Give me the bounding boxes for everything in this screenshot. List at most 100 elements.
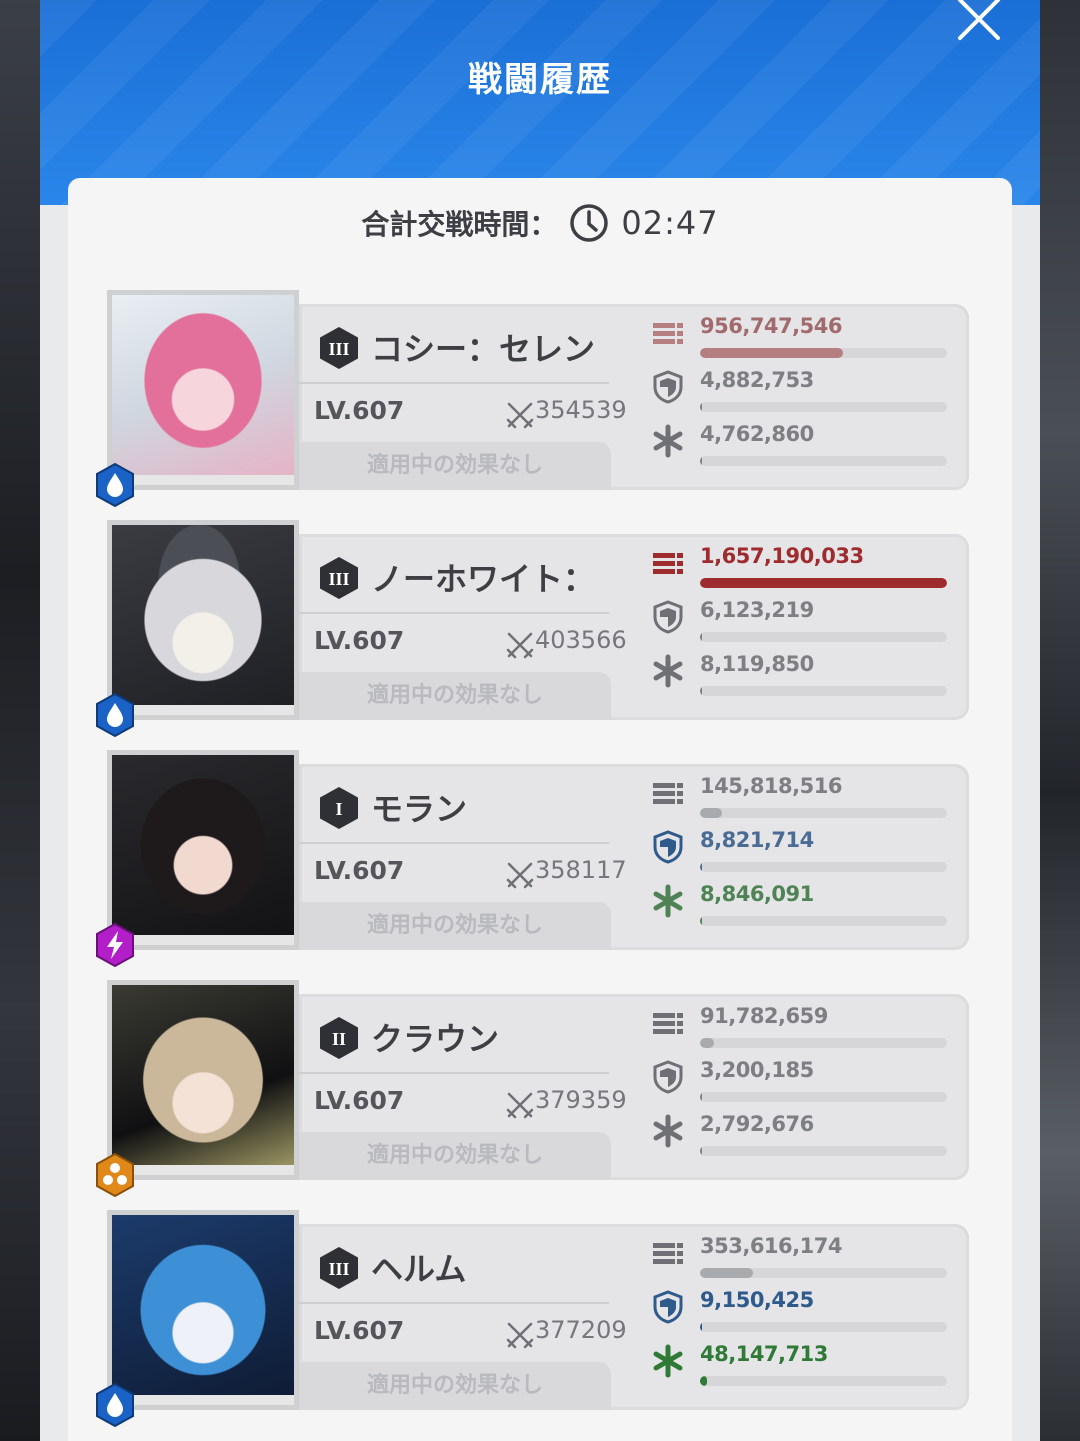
burst-level-icon: III [320,327,358,369]
damage-value: 353,616,174 [700,1234,842,1258]
damage-icon [653,783,683,804]
heal-icon [653,1344,683,1378]
damage-value: 145,818,516 [700,774,842,798]
combat-power: 358117 [535,856,627,884]
damage-icon [653,553,683,574]
portrait-hp-bar [112,1395,294,1405]
effect-status: 適用中の効果なし [299,1132,611,1180]
background-right [1040,0,1080,1441]
combat-power: 377209 [535,1316,627,1344]
damage-value: 956,747,546 [700,314,842,338]
damage-bar [700,348,947,358]
unit-info: III コシー：セレン LV.607 354539 適用中の効果なし [299,304,627,490]
unit-info: II クラウン LV.607 379359 適用中の効果なし [299,994,627,1180]
unit-name: クラウン [371,1020,500,1058]
damage-bar-fill [700,1268,753,1278]
water-element-icon [96,1382,134,1428]
unit-portrait[interactable] [107,290,299,490]
heal-value: 8,119,850 [700,652,814,676]
heal-stat-icon [651,654,685,688]
burst-badge: III [317,326,361,370]
divider [299,1072,609,1074]
burst-level-icon: I [320,787,358,829]
element-badge [94,922,136,968]
unit-portrait[interactable] [107,520,299,720]
burst-level-icon: II [320,1017,358,1059]
element-badge [94,462,136,508]
unit-level: LV.607 [314,626,405,655]
heal-value: 8,846,091 [700,882,814,906]
unit-name: モラン [371,790,468,828]
portrait-image [112,525,294,715]
tank-bar [700,1092,947,1102]
tank-value: 8,821,714 [700,828,814,852]
burst-badge: III [317,1246,361,1290]
electric-element-icon [96,922,134,968]
damage-stat-icon [651,546,685,580]
portrait-hp-bar [112,705,294,715]
total-time-label: 合計交戦時間： [361,208,558,241]
heal-bar-fill [700,456,702,466]
burst-badge: III [317,556,361,600]
heal-bar-fill [700,686,702,696]
crossed-swords-icon [505,1320,535,1350]
tank-bar-fill [700,862,702,872]
unit-row: I モラン LV.607 358117 適用中の効果なし 145,818,516 8,821… [68,738,1012,968]
water-element-icon [96,692,134,738]
tank-value: 9,150,425 [700,1288,814,1312]
unit-portrait[interactable] [107,1210,299,1410]
close-button[interactable] [952,0,1006,44]
burst-level-label: III [328,569,349,589]
tank-stat-icon [651,830,685,864]
effect-status: 適用中の効果なし [299,1362,611,1410]
damage-bar-fill [700,1038,714,1048]
heal-stat-icon [651,424,685,458]
unit-info: III ヘルム LV.607 377209 適用中の効果なし [299,1224,627,1410]
burst-level-label: III [328,339,349,359]
heal-bar [700,686,947,696]
tank-bar [700,632,947,642]
tank-value: 6,123,219 [700,598,814,622]
damage-stat-icon [651,1006,685,1040]
burst-level-label: III [328,1259,349,1279]
divider [299,382,609,384]
results-card: 合計交戦時間： 02:47 III コシー：セレン LV.607 354539 適用中の… [68,178,1012,1441]
shield-icon [653,370,683,404]
unit-info: III ノーホワイト： LV.607 403566 適用中の効果なし [299,534,627,720]
element-badge [94,1152,136,1198]
damage-icon [653,1243,683,1264]
tank-value: 3,200,185 [700,1058,814,1082]
tank-bar [700,1322,947,1332]
element-badge [94,692,136,738]
tank-bar [700,862,947,872]
portrait-image [112,985,294,1175]
heal-icon [653,424,683,458]
unit-level: LV.607 [314,1316,405,1345]
unit-level: LV.607 [314,1086,405,1115]
tank-stat-icon [651,600,685,634]
header: 戦闘履歴 [40,0,1040,205]
portrait-image [112,1215,294,1405]
heal-stat-icon [651,1344,685,1378]
heal-stat-icon [651,1114,685,1148]
damage-value: 1,657,190,033 [700,544,864,568]
combat-power: 403566 [535,626,627,654]
burst-badge: II [317,1016,361,1060]
unit-portrait[interactable] [107,750,299,950]
close-icon [958,0,1000,40]
divider [299,1302,609,1304]
damage-bar [700,578,947,588]
portrait-image [112,295,294,485]
unit-portrait[interactable] [107,980,299,1180]
damage-stat-icon [651,1236,685,1270]
total-combat-time: 合計交戦時間： 02:47 [68,198,1012,248]
heal-bar [700,456,947,466]
heal-value: 48,147,713 [700,1342,828,1366]
portrait-hp-bar [112,1165,294,1175]
heal-bar-fill [700,1146,702,1156]
iron-element-icon [96,1152,134,1198]
effect-status: 適用中の効果なし [299,902,611,950]
heal-bar-fill [700,1376,708,1386]
unit-level: LV.607 [314,396,405,425]
tank-bar-fill [700,632,702,642]
